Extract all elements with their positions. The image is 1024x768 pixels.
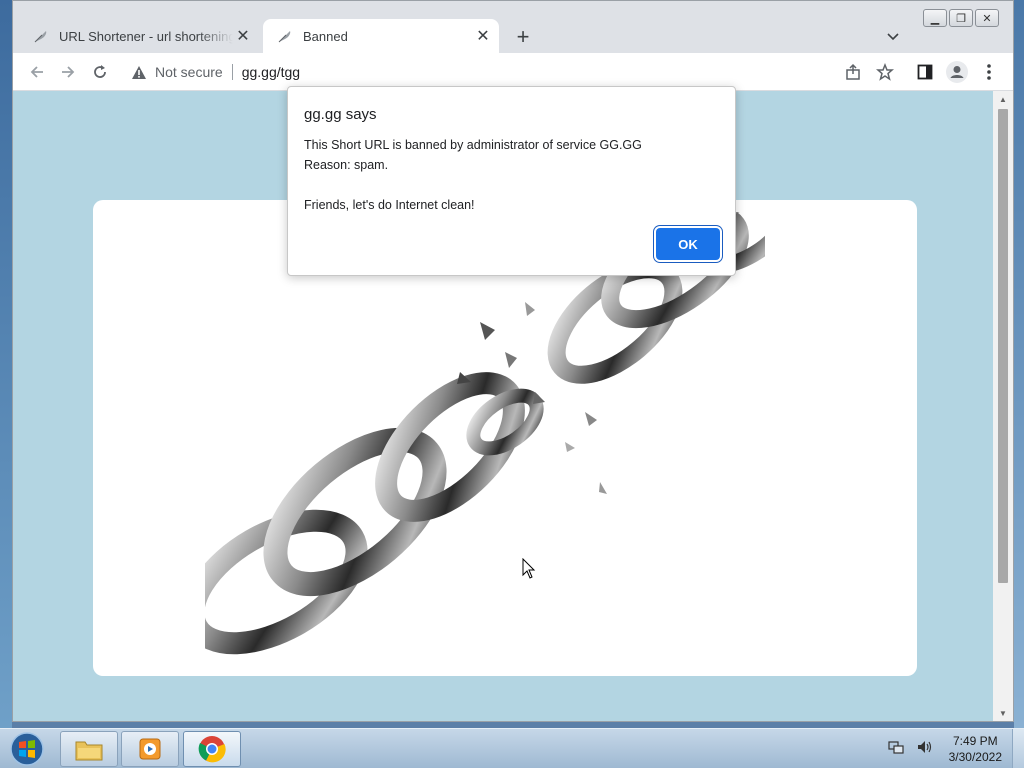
chevron-down-icon[interactable]: [883, 27, 903, 47]
scroll-up-arrow-icon[interactable]: ▲: [993, 91, 1013, 107]
dialog-message-line: Friends, let's do Internet clean!: [304, 198, 475, 212]
clock-time: 7:49 PM: [952, 734, 998, 748]
close-tab-icon[interactable]: ✕: [473, 26, 493, 46]
dialog-title: gg.gg says: [304, 106, 377, 123]
windows-logo-icon: [10, 732, 44, 766]
desktop-background-right: [1014, 0, 1024, 728]
taskbar-explorer-button[interactable]: [60, 731, 118, 767]
arrow-right-icon[interactable]: [56, 60, 80, 84]
mouse-pointer-icon: [522, 558, 536, 579]
close-window-icon[interactable]: ✕: [975, 9, 999, 27]
scroll-down-arrow-icon[interactable]: ▼: [993, 705, 1013, 721]
tab-title: URL Shortener - url shortening se: [59, 28, 233, 44]
taskbar: 7:49 PM 3/30/2022: [0, 728, 1024, 768]
new-tab-button[interactable]: +: [511, 24, 535, 49]
tab-banned[interactable]: Banned ✕: [263, 19, 499, 53]
dialog-blank-line: [304, 175, 642, 195]
folder-icon: [75, 741, 103, 761]
warning-triangle-icon[interactable]: [131, 65, 147, 80]
restore-icon[interactable]: ❐: [949, 9, 973, 27]
vertical-scrollbar[interactable]: ▲ ▼: [993, 91, 1013, 721]
ok-button[interactable]: OK: [656, 228, 720, 260]
taskbar-clock[interactable]: 7:49 PM 3/30/2022: [949, 733, 1002, 765]
dialog-message-line: Reason: spam.: [304, 158, 389, 172]
address-bar[interactable]: Not secure gg.gg/tgg: [125, 58, 875, 86]
desktop-background-left: [0, 0, 12, 728]
clock-date: 3/30/2022: [948, 750, 1002, 764]
arrow-left-icon[interactable]: [25, 60, 49, 84]
avatar-icon[interactable]: [945, 60, 969, 84]
show-desktop-button[interactable]: [1012, 729, 1024, 768]
tab-url-shortener[interactable]: URL Shortener - url shortening se ✕: [19, 19, 259, 53]
media-player-icon: [139, 738, 161, 760]
alert-dialog: gg.gg says This Short URL is banned by a…: [287, 86, 736, 276]
feather-favicon-icon: [277, 28, 293, 44]
kebab-menu-icon[interactable]: [977, 60, 1001, 84]
window-controls: ▁ ❐ ✕: [923, 9, 999, 27]
tab-strip: URL Shortener - url shortening se ✕ Bann…: [13, 1, 1013, 53]
share-icon[interactable]: [841, 60, 865, 84]
tab-title: Banned: [303, 28, 348, 44]
close-tab-icon[interactable]: ✕: [233, 26, 253, 46]
omnibox-separator: [231, 64, 233, 80]
start-button[interactable]: [4, 730, 50, 768]
side-panel-icon[interactable]: [913, 60, 937, 84]
reload-icon[interactable]: [88, 60, 112, 84]
security-label[interactable]: Not secure: [155, 64, 223, 80]
dialog-message-line: This Short URL is banned by administrato…: [304, 138, 642, 152]
chrome-icon: [198, 736, 226, 763]
minimize-icon[interactable]: ▁: [923, 9, 947, 27]
feather-favicon-icon: [33, 28, 49, 44]
volume-icon[interactable]: [916, 739, 934, 755]
star-icon[interactable]: [873, 60, 897, 84]
taskbar-chrome-button[interactable]: [183, 731, 241, 767]
broken-chain-image: [205, 212, 765, 655]
scrollbar-thumb[interactable]: [998, 109, 1008, 583]
system-tray: [888, 739, 934, 755]
network-icon[interactable]: [888, 739, 904, 755]
url-text[interactable]: gg.gg/tgg: [242, 64, 300, 80]
taskbar-media-player-button[interactable]: [121, 731, 179, 767]
dialog-message: This Short URL is banned by administrato…: [304, 135, 642, 215]
